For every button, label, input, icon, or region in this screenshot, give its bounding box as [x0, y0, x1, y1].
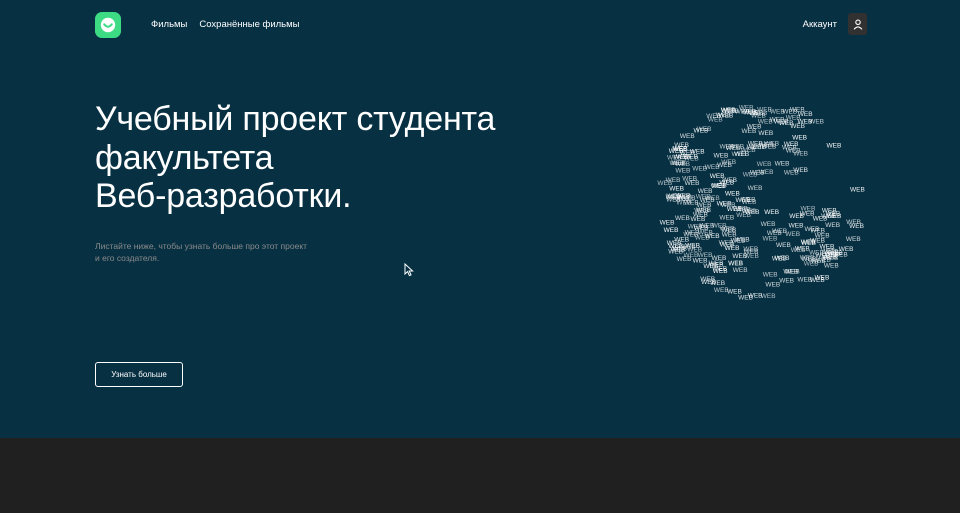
globe-word-label: WEB — [714, 287, 729, 294]
globe-word-label: WEB — [684, 252, 699, 259]
globe-word-label: WEB — [667, 155, 682, 162]
globe-word-label: WEB — [706, 113, 721, 120]
globe-word-label: WEB — [804, 261, 819, 268]
globe-word-label: WEB — [660, 220, 675, 227]
globe-word-label: WEB — [724, 108, 739, 115]
globe-word-label: WEB — [784, 141, 799, 148]
hero-section: Фильмы Сохранённые фильмы Аккаунт Учебны… — [0, 0, 960, 438]
globe-word-label: WEB — [685, 230, 700, 237]
globe-word-label: WEB — [698, 252, 713, 259]
globe-word-label: WEB — [748, 185, 763, 192]
globe-word-label: WEB — [726, 145, 741, 152]
globe-word-label: WEB — [775, 161, 790, 168]
smile-logo-icon — [100, 17, 116, 33]
globe-word-label: WEB — [664, 227, 679, 234]
hero-title-line: факультета — [95, 138, 274, 177]
nav-link-saved-films[interactable]: Сохранённые фильмы — [199, 18, 299, 32]
globe-word-label: WEB — [667, 240, 682, 247]
globe-word-label: WEB — [736, 197, 751, 204]
globe-word-label: WEB — [759, 169, 774, 176]
nav-link-films[interactable]: Фильмы — [151, 18, 187, 32]
globe-word-label: WEB — [733, 206, 748, 213]
globe-word-label: WEB — [728, 261, 743, 268]
globe-word-label: WEB — [789, 213, 804, 220]
hero-title: Учебный проект студента факультета Веб-р… — [95, 100, 555, 216]
globe-word-label: WEB — [764, 209, 779, 216]
globe-word-label: WEB — [821, 248, 836, 255]
globe-word-label: WEB — [758, 118, 773, 125]
globe-word-label: WEB — [714, 152, 729, 159]
globe-word-label: WEB — [758, 130, 773, 137]
globe-word-label: WEB — [770, 108, 785, 115]
globe-word-label: WEB — [725, 190, 740, 197]
globe-word-label: WEB — [789, 223, 804, 230]
globe-word-label: WEB — [698, 188, 713, 195]
user-icon — [853, 19, 862, 30]
globe-word-label: WEB — [827, 142, 842, 149]
globe-word-label: WEB — [717, 162, 732, 169]
globe-word-label: WEB — [657, 180, 672, 187]
globe-word-label: WEB — [697, 126, 712, 133]
globe-word-label: WEB — [692, 165, 707, 172]
globe-word-label: WEB — [786, 115, 801, 122]
globe-word-label: WEB — [846, 236, 861, 243]
globe-word-label: WEB — [738, 295, 753, 302]
globe-word-label: WEB — [722, 177, 737, 184]
globe-word-label: WEB — [681, 244, 696, 251]
globe-word-label: WEB — [763, 271, 778, 278]
globe-word-label: WEB — [739, 104, 754, 111]
logo-button[interactable] — [95, 12, 121, 38]
globe-word-label: WEB — [791, 247, 806, 254]
globe-word-label: WEB — [764, 140, 779, 147]
globe-word-label: WEB — [776, 242, 791, 249]
globe-word-label: WEB — [672, 146, 687, 153]
globe-word-label: WEB — [849, 223, 864, 230]
globe-word-label: WEB — [721, 227, 736, 234]
globe-word-label: WEB — [733, 267, 748, 274]
globe-word-label: WEB — [761, 293, 776, 300]
hero-title-line: Учебный проект студента — [95, 100, 496, 138]
globe-word-label: WEB — [793, 167, 808, 174]
globe-word-label: WEB — [690, 149, 705, 156]
globe-word-label: WEB — [719, 215, 734, 222]
account-avatar-button[interactable] — [848, 13, 867, 35]
globe-word-label: WEB — [839, 246, 854, 253]
globe-word-label: WEB — [815, 233, 830, 240]
globe-word-label: WEB — [675, 215, 690, 222]
globe-word-label: WEB — [775, 255, 790, 262]
globe-word-label: WEB — [744, 253, 759, 260]
globe-word-label: WEB — [850, 187, 865, 194]
globe-word-label: WEB — [712, 255, 727, 262]
globe-word-label: WEB — [810, 277, 825, 284]
web-globe-illustration: WEBWEBWEBWEBWEBWEBWEBWEBWEBWEBWEBWEBWEBW… — [657, 104, 865, 302]
globe-word-label: WEB — [779, 278, 794, 285]
globe-word-label: WEB — [783, 269, 798, 276]
globe-word-label: WEB — [701, 279, 716, 286]
globe-word-label: WEB — [680, 133, 695, 140]
globe-word-label: WEB — [676, 168, 691, 175]
globe-word-label: WEB — [666, 194, 681, 201]
globe-word-label: WEB — [703, 263, 718, 270]
globe-word-label: WEB — [696, 207, 711, 214]
hero-title-line: Веб-разработки. — [95, 177, 352, 215]
main-nav: Фильмы Сохранённые фильмы — [151, 18, 300, 32]
globe-word-label: WEB — [682, 176, 697, 183]
account-link[interactable]: Аккаунт — [803, 18, 837, 32]
globe-word-label: WEB — [825, 222, 840, 229]
globe-word-label: WEB — [698, 230, 713, 237]
globe-word-label: WEB — [725, 245, 740, 252]
globe-word-label: WEB — [822, 207, 837, 214]
globe-word-label: WEB — [785, 231, 800, 238]
globe-word-label: WEB — [717, 200, 732, 207]
hero-subtitle: Листайте ниже, чтобы узнать больше про э… — [95, 241, 308, 263]
globe-word-label: WEB — [751, 112, 766, 119]
globe-word-label: WEB — [772, 228, 787, 235]
globe-word-label: WEB — [743, 246, 758, 253]
footer-band — [0, 438, 960, 513]
learn-more-button[interactable]: Узнать больше — [95, 362, 183, 387]
mouse-cursor-icon — [404, 263, 414, 277]
globe-word-label: WEB — [757, 161, 772, 168]
globe-word-label: WEB — [765, 281, 780, 288]
